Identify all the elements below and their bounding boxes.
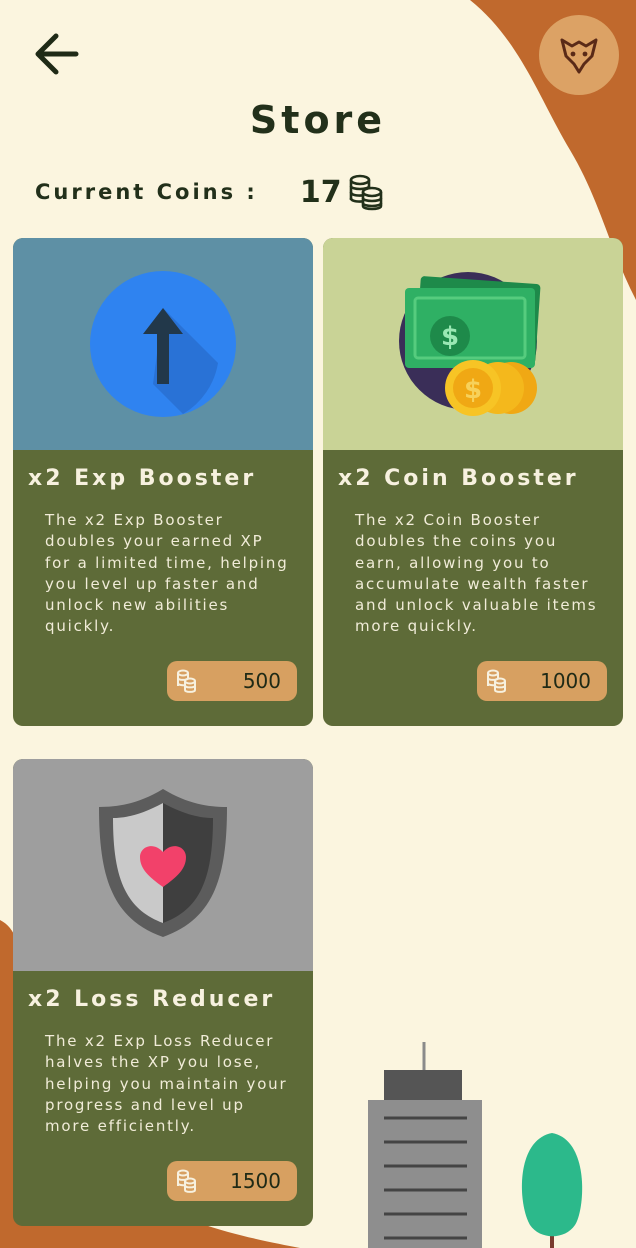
- item-description: The x2 Coin Booster doubles the coins yo…: [355, 511, 598, 636]
- item-title: x2 Loss Reducer: [28, 987, 276, 1012]
- money-coins-icon: $ $: [399, 272, 541, 416]
- store-item-card[interactable]: x2 Exp Booster The x2 Exp Booster double…: [13, 238, 313, 726]
- current-coins: Current Coins : 17: [35, 170, 384, 214]
- coin-stack-icon: [177, 669, 196, 693]
- item-price: 500: [242, 669, 281, 693]
- item-price: 1500: [230, 1169, 281, 1193]
- buy-button[interactable]: 1500: [167, 1161, 297, 1201]
- item-description: The x2 Exp Booster doubles your earned X…: [45, 511, 289, 636]
- item-title: x2 Coin Booster: [338, 466, 579, 491]
- store-item-card[interactable]: x2 Loss Reducer The x2 Exp Loss Reducer …: [13, 759, 313, 1226]
- top-bar: [0, 0, 636, 110]
- item-price: 1000: [540, 669, 591, 693]
- coin-stack-icon: [487, 669, 506, 693]
- page-title: Store: [249, 98, 387, 142]
- buy-button[interactable]: 500: [167, 661, 297, 701]
- item-description: The x2 Exp Loss Reducer halves the XP yo…: [45, 1032, 288, 1136]
- shield-heart-icon: [99, 789, 227, 937]
- coin-stack-icon: [349, 174, 382, 211]
- svg-text:$: $: [464, 375, 482, 405]
- store-item-card[interactable]: $ $ x2 Coin Booster The x2 Coin Booster …: [323, 238, 623, 726]
- svg-text:$: $: [441, 322, 459, 352]
- fox-mask-icon: [560, 38, 598, 74]
- item-title: x2 Exp Booster: [28, 466, 257, 491]
- item-image: [13, 238, 313, 450]
- coin-stack-icon: [177, 1169, 196, 1193]
- back-button[interactable]: [30, 28, 86, 80]
- item-image: [13, 759, 313, 971]
- arrow-left-icon: [35, 33, 79, 75]
- buy-button[interactable]: 1000: [477, 661, 607, 701]
- item-image: $ $: [323, 238, 623, 450]
- coins-label: Current Coins :: [35, 180, 258, 204]
- profile-avatar-button[interactable]: [539, 15, 619, 95]
- arrow-up-circle-icon: [90, 271, 236, 417]
- coins-value: 17: [299, 174, 342, 210]
